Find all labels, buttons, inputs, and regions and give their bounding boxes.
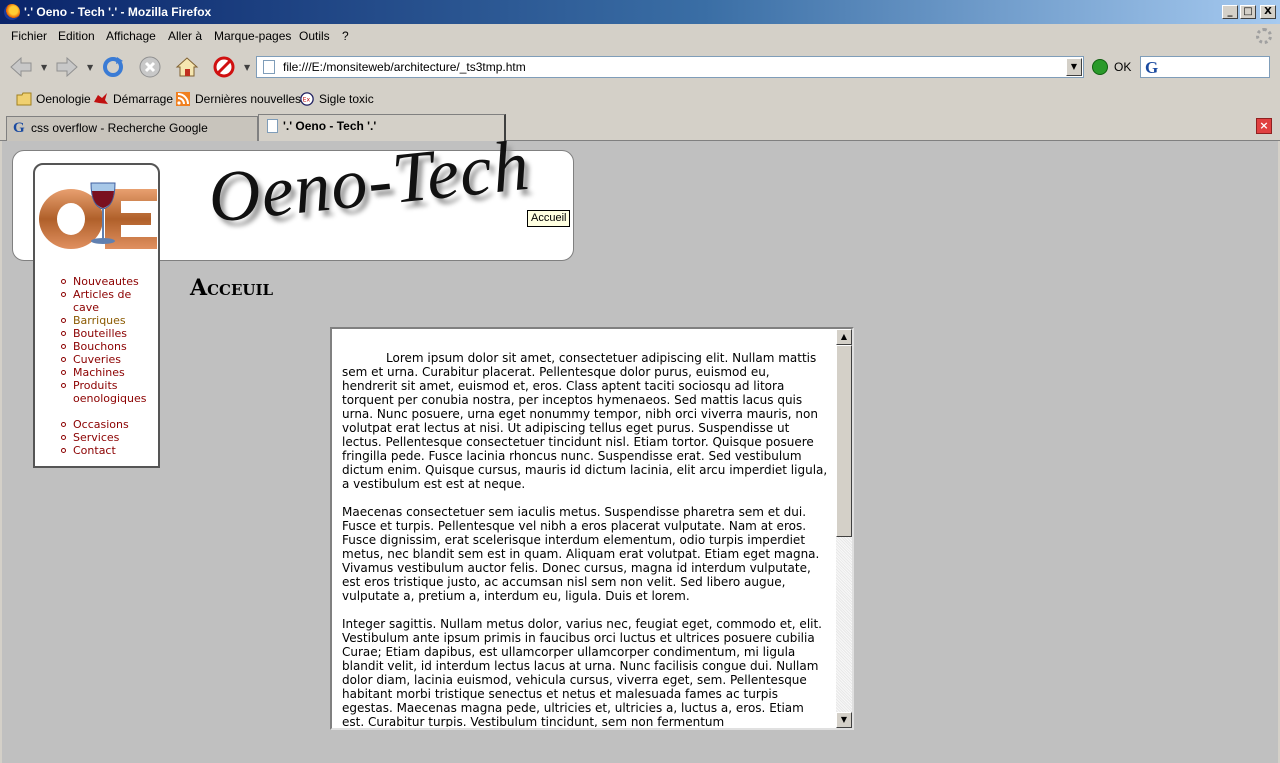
scrollbar-thumb[interactable] <box>836 345 852 537</box>
popup-dropdown-icon[interactable]: ▼ <box>244 63 250 72</box>
svg-text:Ex: Ex <box>303 97 311 104</box>
close-button[interactable]: X <box>1260 5 1276 19</box>
page-heading: Acceuil <box>190 275 274 301</box>
bookmark-sigle-toxic[interactable]: Ex Sigle toxic <box>299 91 374 107</box>
menu-item-nouveautes[interactable]: Nouveautes <box>61 275 153 288</box>
forward-dropdown-icon[interactable]: ▼ <box>87 63 93 72</box>
menu-item-articles-de-cave[interactable]: Articles de cave <box>61 288 141 314</box>
menu-outils[interactable]: Outils <box>299 25 330 47</box>
bookmark-label: Démarrage <box>113 92 174 106</box>
home-tooltip: Accueil <box>527 210 571 227</box>
bookmark-label: Oenologie <box>36 92 91 106</box>
go-icon[interactable] <box>1092 59 1108 75</box>
menu-item-produits-oenologiques[interactable]: Produits oenologiques <box>61 379 153 405</box>
tab-label: css overflow - Recherche Google <box>31 121 208 135</box>
minimize-button[interactable]: _ <box>1222 5 1238 19</box>
search-input[interactable]: G <box>1140 56 1270 78</box>
page-viewport: Oeno-Tech Accueil Nouveautes Articles de… <box>2 125 1278 763</box>
menu-help[interactable]: ? <box>342 25 349 47</box>
menu-item-barriques[interactable]: Barriques <box>61 314 153 327</box>
menu-fichier[interactable]: Fichier <box>11 25 47 47</box>
navigation-toolbar: ▼ ▼ ▼ file:///E:/monsiteweb/architecture… <box>0 49 1280 85</box>
folder-icon <box>16 92 32 106</box>
home-icon[interactable] <box>174 55 200 79</box>
title-bar[interactable]: '.' Oeno - Tech '.' - Mozilla Firefox _ … <box>0 0 1280 24</box>
close-tab-icon[interactable]: × <box>1256 118 1272 134</box>
side-menu: Nouveautes Articles de cave Barriques Bo… <box>33 163 160 468</box>
menu-item-contact[interactable]: Contact <box>61 444 153 457</box>
scroll-up-icon[interactable]: ▲ <box>836 329 852 345</box>
bookmark-oenologie[interactable]: Oenologie <box>16 91 91 107</box>
block-popup-icon[interactable] <box>211 55 237 79</box>
menu-list: Nouveautes Articles de cave Barriques Bo… <box>61 275 153 457</box>
bookmark-label: Dernières nouvelles <box>195 92 302 106</box>
banner-title: Oeno-Tech <box>204 124 534 239</box>
tab-bar: G css overflow - Recherche Google '.' Oe… <box>0 113 1280 141</box>
google-search-icon[interactable]: G <box>1145 58 1158 78</box>
forward-arrow-icon[interactable] <box>54 55 80 79</box>
bookmarks-toolbar: Oenologie Démarrage Dernières nouvelles … <box>0 87 1280 111</box>
paragraph: Lorem ipsum dolor sit amet, consectetuer… <box>342 351 828 491</box>
menu-affichage[interactable]: Affichage <box>106 25 156 47</box>
scrollable-text-box[interactable]: Lorem ipsum dolor sit amet, consectetuer… <box>330 327 854 730</box>
tab-label: '.' Oeno - Tech '.' <box>283 119 377 133</box>
bookmark-label: Sigle toxic <box>319 92 374 106</box>
google-favicon-icon: G <box>13 120 25 136</box>
window-title: '.' Oeno - Tech '.' - Mozilla Firefox <box>24 5 212 19</box>
maximize-button[interactable]: □ <box>1240 5 1256 19</box>
paragraph: Integer sagittis. Nullam metus dolor, va… <box>342 617 822 727</box>
menu-aller-a[interactable]: Aller à <box>168 25 202 47</box>
firefox-window: '.' Oeno - Tech '.' - Mozilla Firefox _ … <box>0 0 1280 763</box>
go-button[interactable]: OK <box>1114 56 1131 78</box>
paragraph: Maecenas consectetuer sem iaculis metus.… <box>342 505 820 603</box>
bookmark-demarrage[interactable]: Démarrage <box>93 91 173 107</box>
menu-edition[interactable]: Edition <box>58 25 95 47</box>
dragon-icon <box>94 93 108 104</box>
menu-item-occasions[interactable]: Occasions <box>61 418 153 431</box>
oe-logo-icon[interactable] <box>35 177 160 257</box>
reload-icon[interactable] <box>100 55 126 79</box>
menu-item-machines[interactable]: Machines <box>61 366 153 379</box>
scroll-down-icon[interactable]: ▼ <box>836 712 852 728</box>
back-dropdown-icon[interactable]: ▼ <box>41 63 47 72</box>
text-content: Lorem ipsum dolor sit amet, consectetuer… <box>342 351 828 727</box>
back-arrow-icon[interactable] <box>8 55 34 79</box>
stop-icon[interactable] <box>137 55 163 79</box>
menu-item-bouchons[interactable]: Bouchons <box>61 340 153 353</box>
menu-marque-pages[interactable]: Marque-pages <box>214 25 291 47</box>
firefox-icon <box>4 4 20 20</box>
page-icon <box>263 60 275 74</box>
address-dropdown-icon[interactable]: ▼ <box>1066 58 1082 76</box>
vertical-scrollbar[interactable]: ▲ ▼ <box>836 329 852 728</box>
menu-item-cuveries[interactable]: Cuveries <box>61 353 153 366</box>
bookmark-dernieres-nouvelles[interactable]: Dernières nouvelles <box>175 91 301 107</box>
toxic-sign-icon: Ex <box>300 92 314 106</box>
throbber-icon <box>1256 28 1272 44</box>
page-favicon-icon <box>267 119 278 133</box>
menu-item-bouteilles[interactable]: Bouteilles <box>61 327 153 340</box>
address-input[interactable]: file:///E:/monsiteweb/architecture/_ts3t… <box>283 57 526 77</box>
tab-google-search[interactable]: G css overflow - Recherche Google <box>6 116 258 141</box>
menu-bar: Fichier Edition Affichage Aller à Marque… <box>0 25 1280 47</box>
menu-item-services[interactable]: Services <box>61 431 153 444</box>
rss-icon <box>176 92 190 106</box>
address-bar[interactable]: file:///E:/monsiteweb/architecture/_ts3t… <box>256 56 1084 78</box>
